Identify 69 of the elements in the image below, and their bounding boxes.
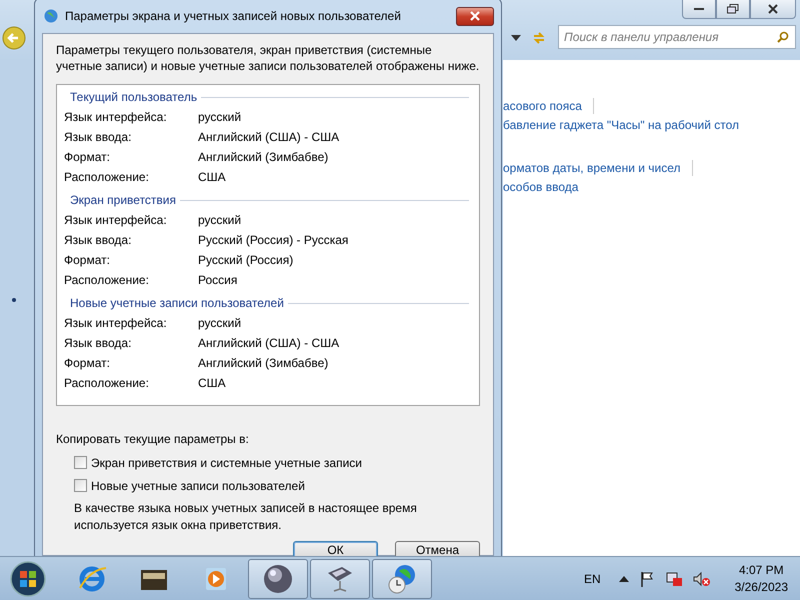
section-heading: Экран приветствия bbox=[70, 193, 176, 207]
back-icon[interactable] bbox=[2, 26, 26, 50]
taskbar-button[interactable] bbox=[248, 558, 308, 598]
description-text: Параметры текущего пользователя, экран приветствия (системные учетные записи) и новые учетные записи пользователей отображены ниже. bbox=[56, 42, 480, 74]
search-icon bbox=[777, 31, 789, 43]
note-text: В качестве языка новых учетных записей в настоящее время используется язык окна приветствия. bbox=[74, 500, 418, 534]
maximize-button[interactable] bbox=[716, 0, 750, 19]
checkbox-option[interactable]: Новые учетные записи пользователей bbox=[74, 474, 305, 497]
close-icon bbox=[470, 11, 480, 21]
checkbox-label: Новые учетные записи пользователей bbox=[91, 478, 305, 492]
link[interactable]: бавление гаджета "Часы" на рабочий стол bbox=[503, 118, 740, 132]
field-label: Расположение: bbox=[64, 376, 150, 390]
field-value: Английский (Зимбабве) bbox=[198, 150, 328, 164]
volume-muted-icon[interactable] bbox=[692, 570, 711, 586]
field-label: Язык интерфейса: bbox=[64, 213, 168, 227]
window-title: Параметры экрана и учетных записей новых пользователей bbox=[65, 9, 402, 23]
checkbox[interactable] bbox=[74, 479, 87, 492]
start-button[interactable] bbox=[9, 560, 47, 598]
field-label: Язык ввода: bbox=[64, 336, 132, 350]
field-label: Расположение: bbox=[64, 170, 150, 184]
field-label: Язык интерфейса: bbox=[64, 110, 168, 124]
globe-clock-icon bbox=[386, 562, 418, 594]
field-label: Формат: bbox=[64, 253, 111, 267]
link[interactable]: асового пояса bbox=[503, 98, 582, 112]
field-value: Русский (Россия) bbox=[198, 253, 294, 267]
field-label: Расположение: bbox=[64, 273, 150, 287]
checkbox-label: Экран приветствия и системные учетные записи bbox=[91, 456, 362, 470]
field-value: США bbox=[198, 170, 226, 184]
field-value: США bbox=[198, 376, 226, 390]
clock-time[interactable]: 4:07 PM bbox=[738, 562, 784, 578]
taskbar-button[interactable] bbox=[310, 558, 370, 598]
checkbox-option[interactable]: Экран приветствия и системные учетные записи bbox=[74, 451, 362, 474]
flag-icon[interactable] bbox=[638, 570, 655, 586]
globe-icon bbox=[43, 8, 59, 24]
close-icon bbox=[768, 4, 778, 14]
section-heading: Новые учетные записи пользователей bbox=[70, 296, 284, 310]
taskbar-button[interactable] bbox=[372, 558, 432, 598]
dialog-button[interactable]: ОК bbox=[293, 541, 378, 556]
field-value: русский bbox=[198, 110, 242, 124]
field-value: Английский (США) - США bbox=[198, 130, 340, 144]
browser-icon bbox=[77, 564, 107, 594]
field-label: Язык ввода: bbox=[64, 233, 132, 247]
field-value: русский bbox=[198, 316, 242, 330]
field-label: Язык интерфейса: bbox=[64, 316, 168, 330]
clock-date[interactable]: 3/26/2023 bbox=[734, 578, 788, 596]
dialog-button[interactable]: Отмена bbox=[395, 541, 480, 556]
sphere-icon bbox=[262, 562, 294, 594]
field-value: Россия bbox=[198, 273, 238, 287]
field-value: Английский (Зимбабве) bbox=[198, 356, 328, 370]
minimize-button[interactable] bbox=[682, 0, 716, 19]
field-value: Русский (Россия) - Русская bbox=[198, 233, 348, 247]
restore-icon bbox=[727, 4, 739, 14]
copy-label: Копировать текущие параметры в: bbox=[56, 432, 250, 448]
field-label: Формат: bbox=[64, 356, 111, 370]
show-hidden-icons[interactable] bbox=[618, 576, 629, 582]
field-label: Формат: bbox=[64, 150, 111, 164]
field-value: русский bbox=[198, 213, 242, 227]
search-field[interactable]: Поиск в панели управления bbox=[558, 25, 796, 49]
minimize-icon bbox=[693, 7, 705, 11]
close-button[interactable] bbox=[750, 0, 796, 19]
link[interactable]: орматов даты, времени и чисел bbox=[503, 160, 681, 174]
close-button[interactable] bbox=[456, 6, 494, 26]
field-value: Английский (США) - США bbox=[198, 336, 340, 350]
language-indicator[interactable]: EN bbox=[584, 572, 601, 586]
link[interactable]: особов ввода bbox=[503, 180, 578, 194]
dropdown-icon[interactable] bbox=[511, 35, 521, 41]
checkbox[interactable] bbox=[74, 456, 87, 469]
field-label: Язык ввода: bbox=[64, 130, 132, 144]
section-heading: Текущий пользователь bbox=[70, 90, 198, 104]
